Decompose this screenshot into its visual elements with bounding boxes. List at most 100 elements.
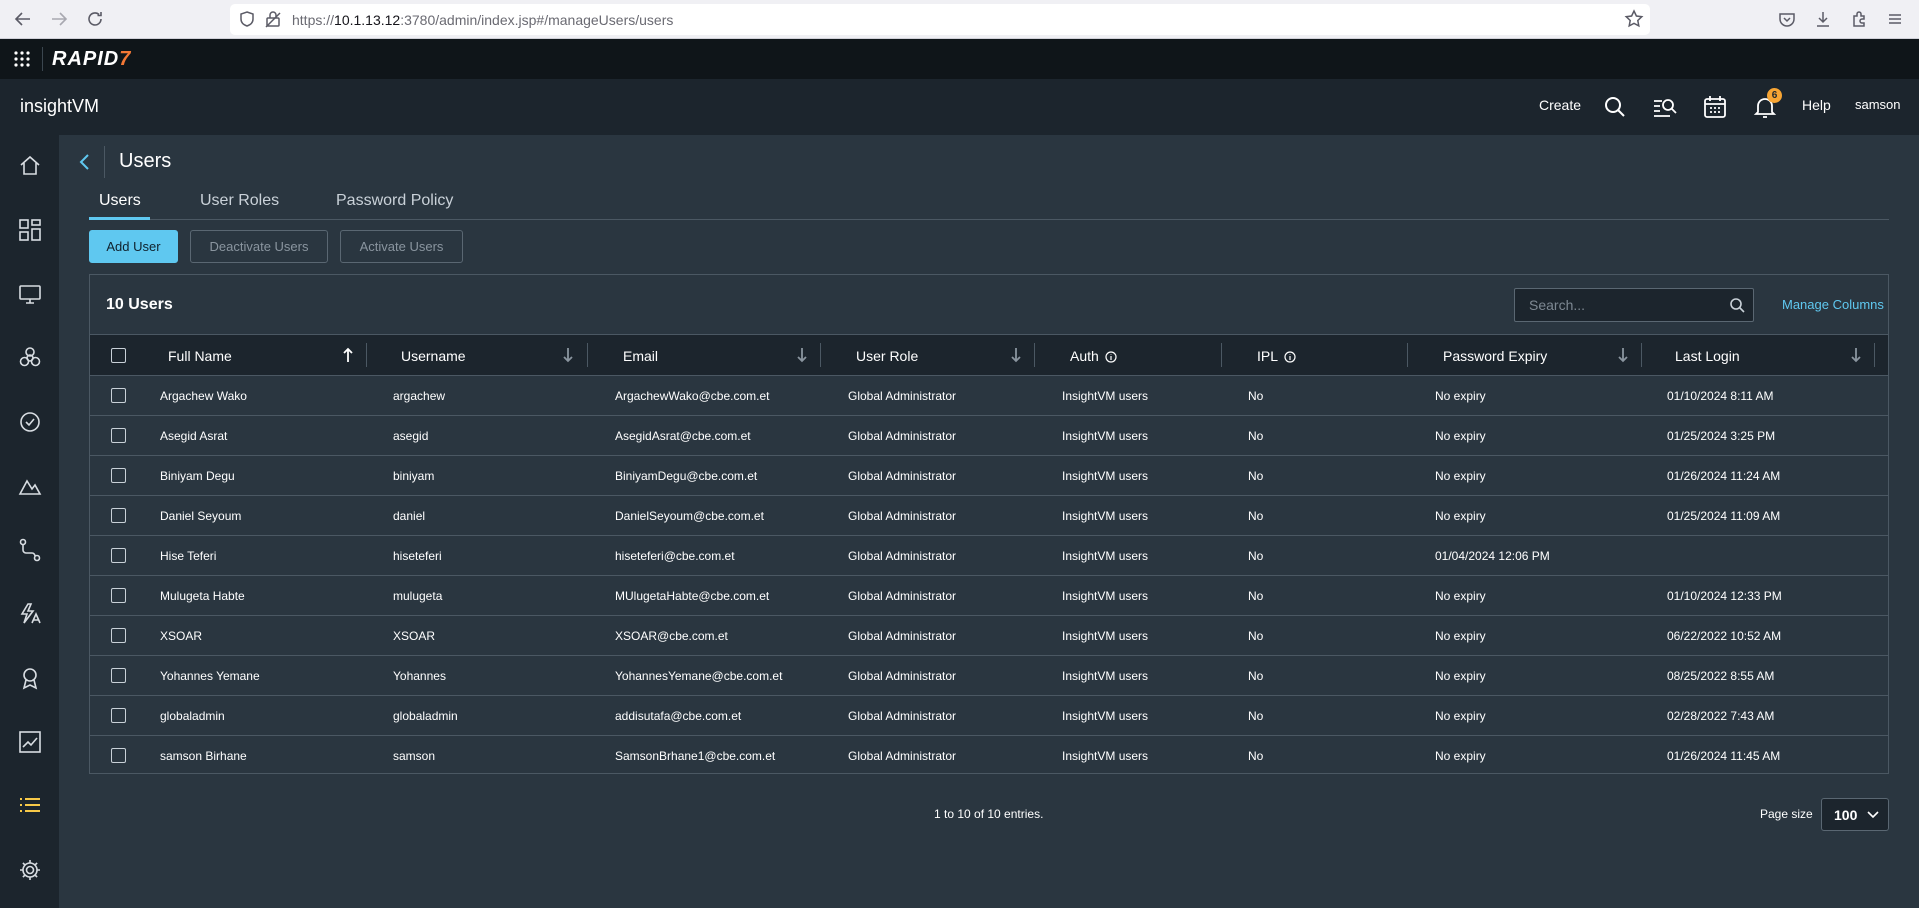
table-row[interactable]: XSOAR XSOAR XSOAR@cbe.com.et Global Admi… xyxy=(90,615,1888,655)
certificates-icon[interactable] xyxy=(17,665,43,691)
table-row[interactable]: Daniel Seyoum daniel DanielSeyoum@cbe.co… xyxy=(90,495,1888,535)
rapid7-logo[interactable]: RAPID7 xyxy=(52,48,131,71)
automation-icon[interactable] xyxy=(17,537,43,563)
table-row[interactable]: Mulugeta Habte mulugeta MUlugetaHabte@cb… xyxy=(90,575,1888,615)
address-bar[interactable]: https://10.1.13.12:3780/admin/index.jsp#… xyxy=(230,4,1650,35)
extensions-icon[interactable] xyxy=(1848,8,1870,30)
back-chevron-icon[interactable] xyxy=(76,151,94,173)
cell-username: XSOAR xyxy=(393,629,436,643)
tab-password-policy[interactable]: Password Policy xyxy=(336,192,453,210)
app-launcher-icon[interactable] xyxy=(13,50,31,68)
pocket-icon[interactable] xyxy=(1776,8,1798,30)
policies-icon[interactable] xyxy=(17,409,43,435)
column-header-auth[interactable]: Auth xyxy=(1070,348,1117,364)
sort-descending-icon[interactable] xyxy=(1850,347,1862,363)
cell-password-expiry: No expiry xyxy=(1435,709,1486,723)
table-row[interactable]: Biniyam Degu biniyam BiniyamDegu@cbe.com… xyxy=(90,455,1888,495)
sort-ascending-icon[interactable] xyxy=(342,347,354,363)
row-checkbox[interactable] xyxy=(111,548,126,563)
table-row[interactable]: Argachew Wako argachew ArgachewWako@cbe.… xyxy=(90,375,1888,415)
browser-forward-icon[interactable] xyxy=(48,8,70,30)
column-divider[interactable] xyxy=(1034,343,1035,367)
sort-descending-icon[interactable] xyxy=(796,347,808,363)
column-divider[interactable] xyxy=(366,343,367,367)
dashboard-icon[interactable] xyxy=(17,217,43,243)
shield-icon[interactable] xyxy=(236,8,258,30)
cell-full-name: globaladmin xyxy=(160,709,225,723)
calendar-icon[interactable] xyxy=(1701,93,1729,121)
row-checkbox[interactable] xyxy=(111,388,126,403)
reports-icon[interactable] xyxy=(17,473,43,499)
browser-menu-icon[interactable] xyxy=(1884,8,1906,30)
select-all-checkbox[interactable] xyxy=(111,348,126,363)
column-header-username[interactable]: Username xyxy=(401,348,466,364)
cell-auth: InsightVM users xyxy=(1062,669,1149,683)
sort-descending-icon[interactable] xyxy=(1010,347,1022,363)
row-checkbox[interactable] xyxy=(111,588,126,603)
info-icon[interactable] xyxy=(1284,351,1296,363)
column-divider[interactable] xyxy=(1221,343,1222,367)
trends-icon[interactable] xyxy=(17,729,43,755)
column-header-email[interactable]: Email xyxy=(623,348,658,364)
column-divider[interactable] xyxy=(1874,343,1875,367)
row-checkbox[interactable] xyxy=(111,668,126,683)
settings-icon[interactable] xyxy=(17,857,43,883)
help-link[interactable]: Help xyxy=(1802,97,1831,113)
browser-back-icon[interactable] xyxy=(12,8,34,30)
list-icon[interactable] xyxy=(17,793,43,819)
sort-descending-icon[interactable] xyxy=(562,347,574,363)
column-header-password-expiry[interactable]: Password Expiry xyxy=(1443,348,1547,364)
user-menu[interactable]: samson xyxy=(1855,97,1901,112)
column-header-user-role[interactable]: User Role xyxy=(856,348,918,364)
cell-password-expiry: No expiry xyxy=(1435,629,1486,643)
add-user-button[interactable]: Add User xyxy=(89,230,178,263)
row-checkbox[interactable] xyxy=(111,708,126,723)
assets-icon[interactable] xyxy=(17,281,43,307)
table-row[interactable]: samson Birhane samson SamsonBrhane1@cbe.… xyxy=(90,735,1888,775)
cell-full-name: Mulugeta Habte xyxy=(160,589,245,603)
row-checkbox[interactable] xyxy=(111,428,126,443)
query-builder-icon[interactable] xyxy=(1651,93,1679,121)
row-checkbox[interactable] xyxy=(111,748,126,763)
tab-users[interactable]: Users xyxy=(99,192,141,210)
cell-user-role: Global Administrator xyxy=(848,629,957,643)
downloads-icon[interactable] xyxy=(1812,8,1834,30)
browser-reload-icon[interactable] xyxy=(84,8,106,30)
activate-users-button[interactable]: Activate Users xyxy=(340,230,463,263)
url-text[interactable]: https://10.1.13.12:3780/admin/index.jsp#… xyxy=(292,12,673,28)
deactivate-users-button[interactable]: Deactivate Users xyxy=(190,230,328,263)
table-row[interactable]: Hise Teferi hiseteferi hiseteferi@cbe.co… xyxy=(90,535,1888,575)
page-size-select[interactable]: 100 xyxy=(1821,798,1889,831)
row-checkbox[interactable] xyxy=(111,628,126,643)
table-row[interactable]: Asegid Asrat asegid AsegidAsrat@cbe.com.… xyxy=(90,415,1888,455)
column-divider[interactable] xyxy=(1407,343,1408,367)
product-name[interactable]: insightVM xyxy=(20,96,99,117)
manage-columns-link[interactable]: Manage Columns xyxy=(1782,297,1884,312)
search-icon[interactable] xyxy=(1729,297,1745,313)
cell-user-role: Global Administrator xyxy=(848,749,957,763)
search-icon[interactable] xyxy=(1601,93,1629,121)
row-checkbox[interactable] xyxy=(111,468,126,483)
bookmark-star-icon[interactable] xyxy=(1623,8,1645,30)
column-header-last-login[interactable]: Last Login xyxy=(1675,348,1740,364)
table-row[interactable]: Yohannes Yemane Yohannes YohannesYemane@… xyxy=(90,655,1888,695)
column-divider[interactable] xyxy=(820,343,821,367)
cell-email: AsegidAsrat@cbe.com.et xyxy=(615,429,751,443)
sort-descending-icon[interactable] xyxy=(1617,347,1629,363)
table-row[interactable]: globaladmin globaladmin addisutafa@cbe.c… xyxy=(90,695,1888,735)
remediation-icon[interactable] xyxy=(17,601,43,627)
column-divider[interactable] xyxy=(1641,343,1642,367)
home-icon[interactable] xyxy=(17,153,43,179)
column-header-ipl[interactable]: IPL xyxy=(1257,348,1296,364)
cell-ipl: No xyxy=(1248,669,1264,683)
column-header-full-name[interactable]: Full Name xyxy=(168,348,232,364)
create-button[interactable]: Create xyxy=(1539,97,1581,113)
info-icon[interactable] xyxy=(1105,351,1117,363)
column-divider[interactable] xyxy=(587,343,588,367)
lock-warning-icon[interactable] xyxy=(262,8,284,30)
vulnerabilities-icon[interactable] xyxy=(17,345,43,371)
search-input[interactable] xyxy=(1515,289,1715,321)
row-checkbox[interactable] xyxy=(111,508,126,523)
tab-user-roles[interactable]: User Roles xyxy=(200,192,279,210)
cell-ipl: No xyxy=(1248,469,1264,483)
